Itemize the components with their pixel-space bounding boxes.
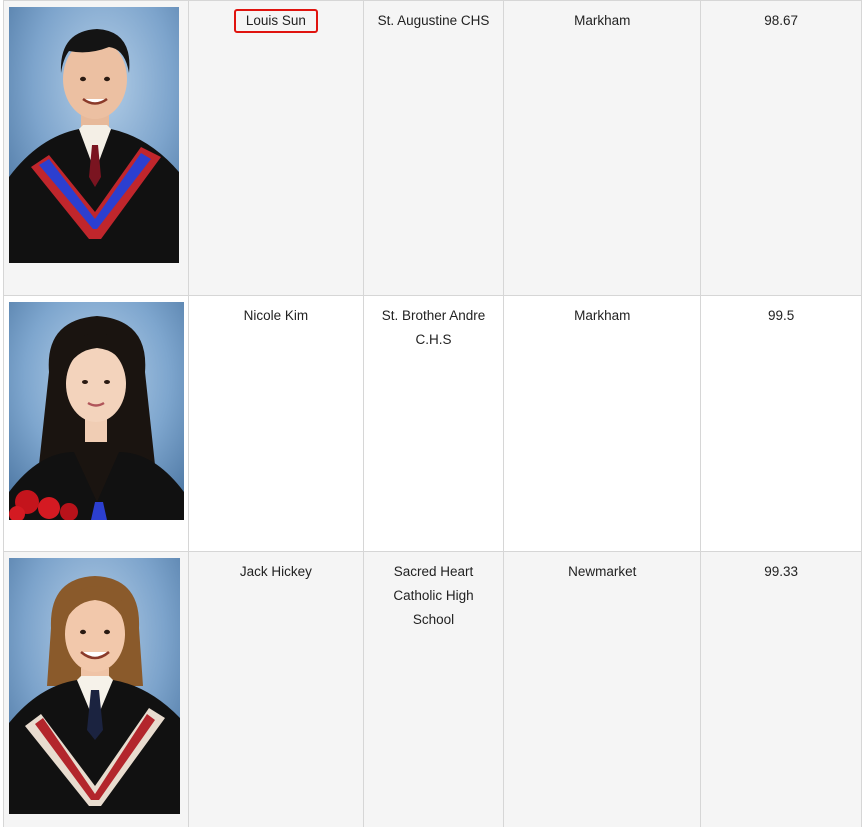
city-name: Markham — [574, 308, 631, 323]
graduate-name[interactable]: Louis Sun — [233, 9, 318, 33]
table-row: Louis Sun St. Augustine CHS Markham 98.6… — [3, 0, 862, 296]
average-cell: 99.5 — [700, 295, 862, 552]
graduates-table-container: Louis Sun St. Augustine CHS Markham 98.6… — [3, 0, 862, 827]
graduate-portrait-boy-icon — [9, 7, 179, 263]
graduate-portrait-girl-icon — [9, 302, 184, 520]
graduate-portrait-boy-long-hair-icon — [9, 558, 180, 814]
school-name: St. Brother Andre C.H.S — [381, 308, 486, 347]
table-row: Jack Hickey Sacred Heart Catholic High S… — [3, 551, 862, 827]
city-cell: Markham — [503, 295, 702, 552]
graduate-name: Nicole Kim — [243, 308, 309, 323]
graduates-table: Louis Sun St. Augustine CHS Markham 98.6… — [3, 0, 862, 827]
photo-cell — [3, 551, 189, 827]
city-cell: Markham — [503, 0, 702, 296]
average-value: 98.67 — [764, 13, 799, 28]
table-row: Nicole Kim St. Brother Andre C.H.S Markh… — [3, 295, 862, 552]
average-cell: 98.67 — [700, 0, 862, 296]
school-cell: St. Augustine CHS — [362, 0, 505, 296]
city-name: Newmarket — [568, 564, 637, 579]
average-value: 99.5 — [768, 308, 795, 323]
name-cell: Nicole Kim — [187, 295, 364, 552]
school-name: St. Augustine CHS — [377, 13, 490, 28]
school-name: Sacred Heart Catholic High School — [393, 564, 474, 627]
average-value: 99.33 — [764, 564, 799, 579]
photo-cell — [3, 295, 189, 552]
school-cell: Sacred Heart Catholic High School — [362, 551, 505, 827]
city-name: Markham — [574, 13, 631, 28]
name-cell: Jack Hickey — [187, 551, 364, 827]
photo-cell — [3, 0, 189, 296]
average-cell: 99.33 — [700, 551, 862, 827]
graduate-name: Jack Hickey — [239, 564, 312, 579]
name-cell: Louis Sun — [187, 0, 364, 296]
city-cell: Newmarket — [503, 551, 702, 827]
school-cell: St. Brother Andre C.H.S — [362, 295, 505, 552]
